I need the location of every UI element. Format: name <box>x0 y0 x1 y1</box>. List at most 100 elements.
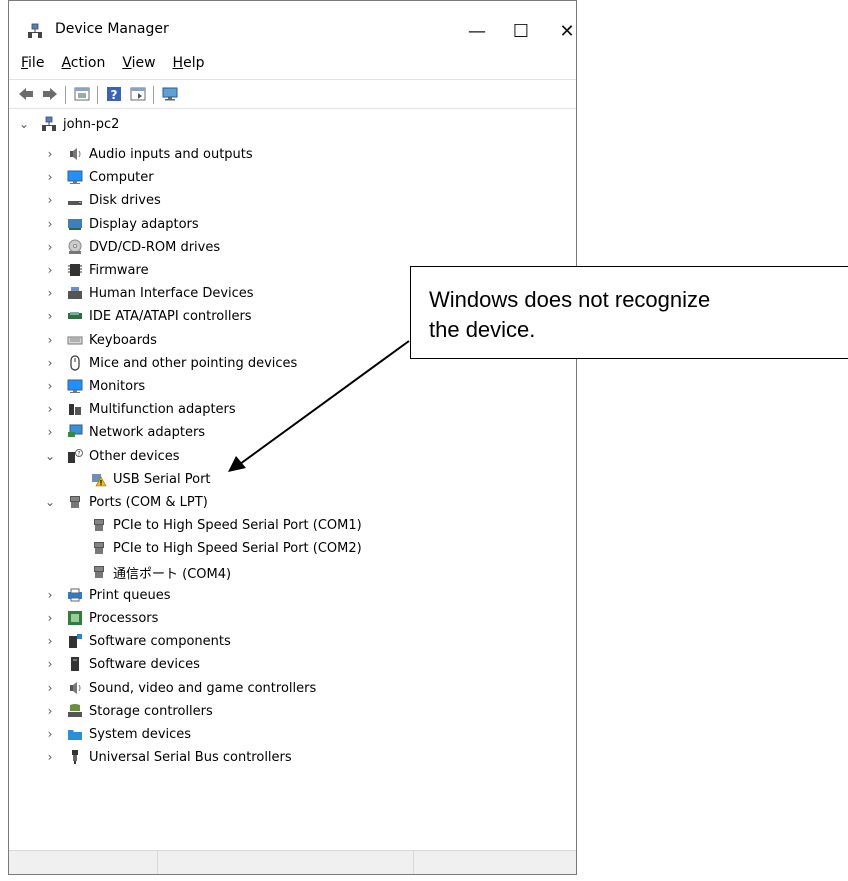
port-icon <box>94 566 104 578</box>
chevron-right-icon[interactable]: › <box>43 147 57 161</box>
controller-icon <box>68 312 82 319</box>
category-item[interactable]: ⌄ Ports (COM & LPT) <box>43 491 208 513</box>
toolbar-separator <box>65 86 66 104</box>
chevron-right-icon[interactable]: › <box>43 217 57 231</box>
category-item[interactable]: › Human Interface Devices <box>43 282 254 304</box>
category-item[interactable]: › IDE ATA/ATAPI controllers <box>43 305 252 327</box>
category-item[interactable]: › Network adapters <box>43 421 205 443</box>
category-label: Ports (COM & LPT) <box>89 494 208 510</box>
disk-icon <box>68 201 82 205</box>
category-item[interactable]: › Storage controllers <box>43 700 213 722</box>
dvd-icon <box>68 239 82 254</box>
category-item[interactable]: › Firmware <box>43 259 149 281</box>
minimize-button[interactable]: — <box>457 13 497 49</box>
category-item[interactable]: › System devices <box>43 723 192 745</box>
category-item[interactable]: › Computer <box>43 166 154 188</box>
category-label: Network adapters <box>89 424 206 440</box>
back-arrow-icon[interactable] <box>17 86 35 102</box>
category-label: Print queues <box>89 587 171 603</box>
title-bar[interactable]: Device Manager — ☐ ✕ <box>9 1 576 51</box>
processor-icon <box>68 611 82 625</box>
port-icon <box>94 542 104 554</box>
svg-text:?: ? <box>77 451 80 458</box>
chevron-right-icon[interactable]: › <box>43 286 57 300</box>
chevron-right-icon[interactable]: › <box>43 657 57 671</box>
category-item[interactable]: › Audio inputs and outputs <box>43 143 253 165</box>
toolbar-separator <box>153 86 154 104</box>
chevron-down-icon[interactable]: ⌄ <box>17 117 31 131</box>
close-button[interactable]: ✕ <box>547 13 587 49</box>
maximize-button[interactable]: ☐ <box>501 13 541 49</box>
category-item[interactable]: ⌄? Other devices <box>43 445 180 467</box>
category-label: Audio inputs and outputs <box>89 146 253 162</box>
menu-help[interactable]: Help <box>171 55 207 77</box>
chevron-right-icon[interactable]: › <box>43 727 57 741</box>
device-item[interactable]: USB Serial Port <box>91 468 211 490</box>
device-label: PCIe to High Speed Serial Port (COM2) <box>113 540 362 556</box>
category-label: Processors <box>89 610 159 626</box>
category-label: Storage controllers <box>89 703 213 719</box>
chevron-right-icon[interactable]: › <box>43 263 57 277</box>
device-item[interactable]: PCIe to High Speed Serial Port (COM1) <box>91 514 362 536</box>
device-item[interactable]: PCIe to High Speed Serial Port (COM2) <box>91 537 362 559</box>
category-item[interactable]: › Universal Serial Bus controllers <box>43 746 292 768</box>
help-icon[interactable]: ? <box>105 86 123 102</box>
category-item[interactable]: › Keyboards <box>43 329 157 351</box>
update-driver-icon[interactable] <box>129 86 147 102</box>
display-adapter-icon <box>68 219 82 230</box>
category-label: Mice and other pointing devices <box>89 355 298 371</box>
properties-window-icon[interactable] <box>73 86 91 102</box>
chevron-right-icon[interactable]: › <box>43 425 57 439</box>
chevron-down-icon[interactable]: ⌄ <box>43 495 57 509</box>
port-icon <box>94 519 104 531</box>
category-item[interactable]: › Processors <box>43 607 159 629</box>
chevron-right-icon[interactable]: › <box>43 193 57 207</box>
status-cell <box>157 851 414 874</box>
category-item[interactable]: › Sound, video and game controllers <box>43 677 317 699</box>
chevron-right-icon[interactable]: › <box>43 750 57 764</box>
chevron-right-icon[interactable]: › <box>43 309 57 323</box>
tree-root[interactable]: ⌄ john-pc2 <box>17 113 119 135</box>
category-label: Disk drives <box>89 192 161 208</box>
chevron-right-icon[interactable]: › <box>43 170 57 184</box>
port-icon <box>70 496 80 508</box>
chevron-right-icon[interactable]: › <box>43 704 57 718</box>
category-item[interactable]: › Display adaptors <box>43 213 199 235</box>
chevron-right-icon[interactable]: › <box>43 634 57 648</box>
category-item[interactable]: › DVD/CD-ROM drives <box>43 236 220 258</box>
device-item[interactable]: 通信ポート (COM4) <box>91 561 231 583</box>
scan-hardware-icon[interactable] <box>161 86 179 102</box>
category-label: Other devices <box>89 448 180 464</box>
chevron-right-icon[interactable]: › <box>43 402 57 416</box>
chevron-right-icon[interactable]: › <box>43 379 57 393</box>
status-cell <box>413 851 576 874</box>
menu-file[interactable]: File <box>19 55 46 77</box>
category-item[interactable]: › Software devices <box>43 653 200 675</box>
speaker-icon <box>70 148 81 160</box>
chevron-right-icon[interactable]: › <box>43 681 57 695</box>
category-item[interactable]: › Software components <box>43 630 231 652</box>
category-label: System devices <box>89 726 192 742</box>
warning-device-icon <box>92 474 107 487</box>
category-label: Display adaptors <box>89 216 199 232</box>
category-item[interactable]: › Disk drives <box>43 189 161 211</box>
chevron-right-icon[interactable]: › <box>43 356 57 370</box>
menu-action[interactable]: Action <box>59 55 107 77</box>
category-item[interactable]: › Multifunction adapters <box>43 398 236 420</box>
category-item[interactable]: › Print queues <box>43 584 171 606</box>
category-label: Computer <box>89 169 154 185</box>
chevron-down-icon[interactable]: ⌄ <box>43 449 57 463</box>
forward-arrow-icon[interactable] <box>41 86 59 102</box>
category-item[interactable]: › Mice and other pointing devices <box>43 352 297 374</box>
category-label: DVD/CD-ROM drives <box>89 239 221 255</box>
chevron-right-icon[interactable]: › <box>43 333 57 347</box>
chevron-right-icon[interactable]: › <box>43 588 57 602</box>
computer-network-icon <box>42 116 56 131</box>
category-item[interactable]: › Monitors <box>43 375 146 397</box>
monitor-icon <box>67 379 83 393</box>
callout-text: Windows does not recognize the device. <box>429 287 711 342</box>
chevron-right-icon[interactable]: › <box>43 240 57 254</box>
chevron-right-icon[interactable]: › <box>43 611 57 625</box>
menu-view[interactable]: View <box>120 55 157 77</box>
software-component-icon <box>69 634 82 648</box>
